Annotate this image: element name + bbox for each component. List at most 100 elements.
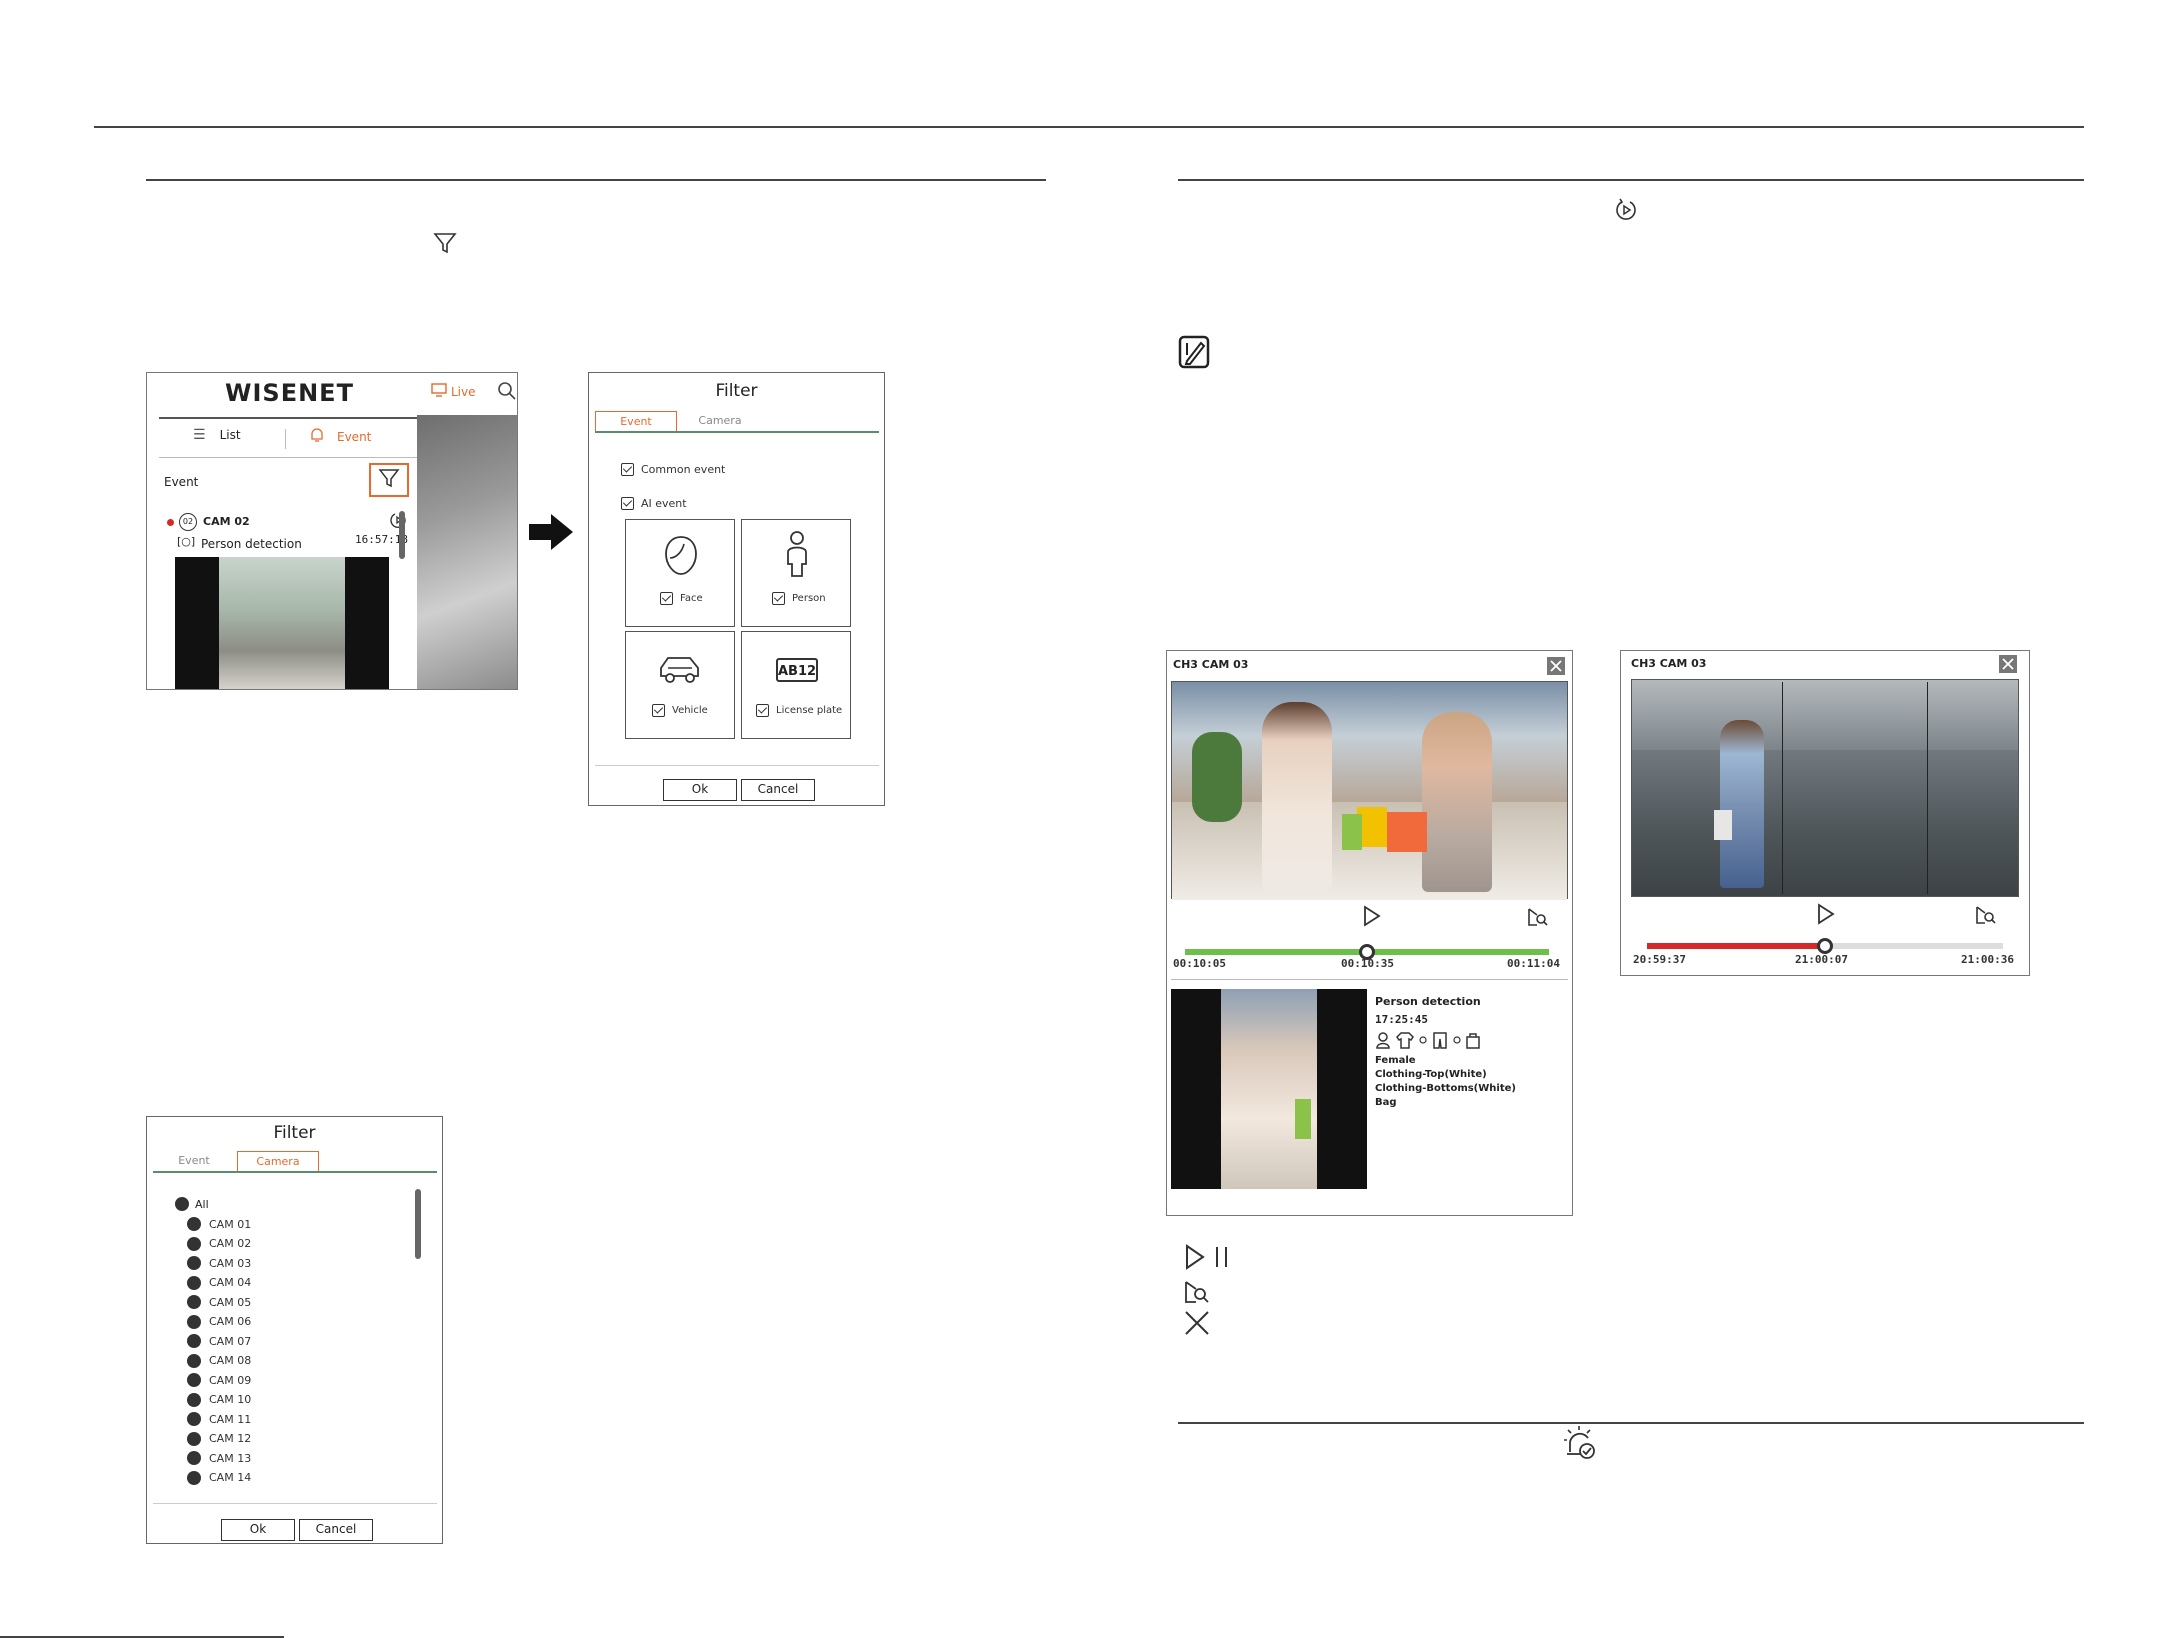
camera-label: CAM 04 [209, 1276, 252, 1289]
camera-list-scrollbar[interactable] [415, 1189, 421, 1259]
timeline-fill [1647, 943, 1825, 949]
camera-list-item[interactable]: CAM 03 [187, 1256, 251, 1270]
camera-label: CAM 03 [209, 1256, 252, 1270]
camera-list-item[interactable]: CAM 12 [187, 1431, 251, 1446]
play-button[interactable] [1363, 905, 1381, 931]
camera-radio [187, 1412, 201, 1426]
tab-event[interactable]: Event [153, 1151, 235, 1171]
person-label: Person [792, 593, 826, 604]
attribute-bag: Bag [1375, 1097, 1397, 1108]
ok-button[interactable]: Ok [663, 779, 737, 801]
camera-list-item[interactable]: CAM 06 [187, 1314, 251, 1329]
vehicle-checkbox[interactable] [652, 704, 665, 717]
camera-list-item[interactable]: CAM 14 [187, 1470, 251, 1485]
filter-icon [378, 468, 400, 492]
camera-list-item[interactable]: CAM 09 [187, 1373, 251, 1387]
wisenet-logo: WISENET [225, 379, 354, 407]
ok-button[interactable]: Ok [221, 1519, 295, 1541]
camera-list-item[interactable]: CAM 05 [187, 1295, 251, 1309]
all-label: All [195, 1197, 209, 1211]
play-button[interactable] [1817, 903, 1835, 929]
camera-radio [187, 1470, 201, 1485]
vehicle-label: Vehicle [672, 705, 708, 716]
event-dot [167, 519, 174, 526]
ai-event-checkbox[interactable] [621, 497, 634, 510]
camera-list-item[interactable]: CAM 10 [187, 1392, 252, 1407]
camera-label: CAM 07 [209, 1334, 252, 1348]
close-icon[interactable] [1547, 657, 1565, 675]
common-event-checkbox[interactable] [621, 463, 634, 476]
tab-event[interactable]: Event [595, 411, 677, 431]
person-checkbox[interactable] [772, 592, 785, 605]
event-list-scrollbar[interactable] [399, 511, 405, 559]
camera-list-item[interactable]: CAM 01 [187, 1217, 251, 1231]
camera-list-item[interactable]: CAM 08 [187, 1353, 251, 1368]
tab-list[interactable]: ☰ List [193, 427, 241, 443]
cancel-button[interactable]: Cancel [741, 779, 815, 801]
camera-list-item[interactable]: CAM 07 [187, 1334, 251, 1348]
filter-dialog-event: Filter Event Camera Common event AI even… [588, 372, 885, 806]
tab-camera[interactable]: Camera [679, 411, 761, 431]
camera-radio [187, 1314, 201, 1329]
search-icon[interactable] [497, 381, 517, 405]
camera-label: CAM 09 [209, 1373, 252, 1387]
filter-button[interactable] [369, 463, 409, 497]
video-frame[interactable] [1171, 681, 1568, 900]
note-icon [1178, 335, 1210, 369]
attribute-top: Clothing-Top(White) [1375, 1069, 1487, 1080]
event-player-right: CH3 CAM 03 20:59:37 21:00:07 21:00:36 [1620, 650, 2030, 976]
face-tile[interactable]: Face [625, 519, 735, 627]
color-dot-icon [1419, 1036, 1427, 1044]
play-pause-icon [1184, 1244, 1236, 1274]
timeline-handle[interactable] [1817, 938, 1833, 954]
event-player-left: CH3 CAM 03 00:10:05 00:10:35 00:11:04 Pe… [1166, 650, 1573, 1216]
license-plate-tile[interactable]: AB12 License plate [741, 631, 851, 739]
camera-radio [187, 1392, 201, 1407]
left-section-rule [146, 179, 1046, 181]
live-label: Live [451, 384, 476, 399]
vehicle-tile[interactable]: Vehicle [625, 631, 735, 739]
timeline-track[interactable] [1185, 944, 1549, 960]
channel-badge: 02 [179, 513, 197, 531]
zoom-search-icon[interactable] [1975, 905, 1997, 929]
camera-label: CAM 02 [209, 1237, 252, 1250]
camera-list-item[interactable]: CAM 04 [187, 1275, 252, 1290]
attribute-gender: Female [1375, 1055, 1416, 1066]
event-list-item[interactable]: 02 CAM 02 [○] Person detection 16:57:18 [159, 509, 409, 689]
live-button[interactable]: Live [431, 383, 476, 400]
event-thumbnail[interactable] [175, 557, 389, 689]
license-plate-checkbox[interactable] [756, 704, 769, 717]
camera-list-item[interactable]: CAM 13 [187, 1451, 251, 1465]
camera-radio [187, 1373, 201, 1387]
gender-icon [1376, 1032, 1390, 1049]
timeline-track[interactable] [1647, 938, 2003, 954]
camera-list-item[interactable]: CAM 11 [187, 1412, 251, 1426]
event-snapshot[interactable] [1171, 989, 1367, 1189]
camera-radio [187, 1256, 201, 1270]
video-frame[interactable] [1631, 679, 2019, 897]
list-icon: ☰ [193, 427, 206, 443]
camera-label: CAM 10 [209, 1393, 252, 1406]
camera-radio [187, 1217, 201, 1231]
camera-list-item[interactable]: CAM 02 [187, 1236, 252, 1251]
event-camera: CAM 02 [203, 515, 250, 528]
camera-radio [187, 1275, 201, 1290]
close-icon[interactable] [1999, 655, 2017, 673]
zoom-search-icon[interactable] [1527, 907, 1549, 931]
all-cameras-option[interactable]: All [175, 1197, 209, 1211]
person-tile[interactable]: Person [741, 519, 851, 627]
right-bottom-section-rule [1178, 1422, 2084, 1424]
tab-list-label: List [219, 428, 241, 442]
common-event-label: Common event [641, 463, 726, 476]
cancel-button[interactable]: Cancel [299, 1519, 373, 1541]
time-start: 20:59:37 [1633, 953, 1686, 966]
tab-event-label: Event [337, 429, 372, 444]
face-checkbox[interactable] [660, 592, 673, 605]
tab-camera[interactable]: Camera [237, 1151, 319, 1171]
tab-event[interactable]: Event [309, 427, 371, 446]
face-label: Face [680, 593, 703, 604]
ai-event-label: AI event [641, 497, 687, 510]
camera-label: CAM 01 [209, 1217, 252, 1231]
wisenet-event-panel: WISENET Live ☰ List Event Event 02 CAM 0… [146, 372, 518, 690]
filter-dialog-camera: Filter Event Camera All CAM 01 CAM 02 CAM … [146, 1116, 443, 1544]
